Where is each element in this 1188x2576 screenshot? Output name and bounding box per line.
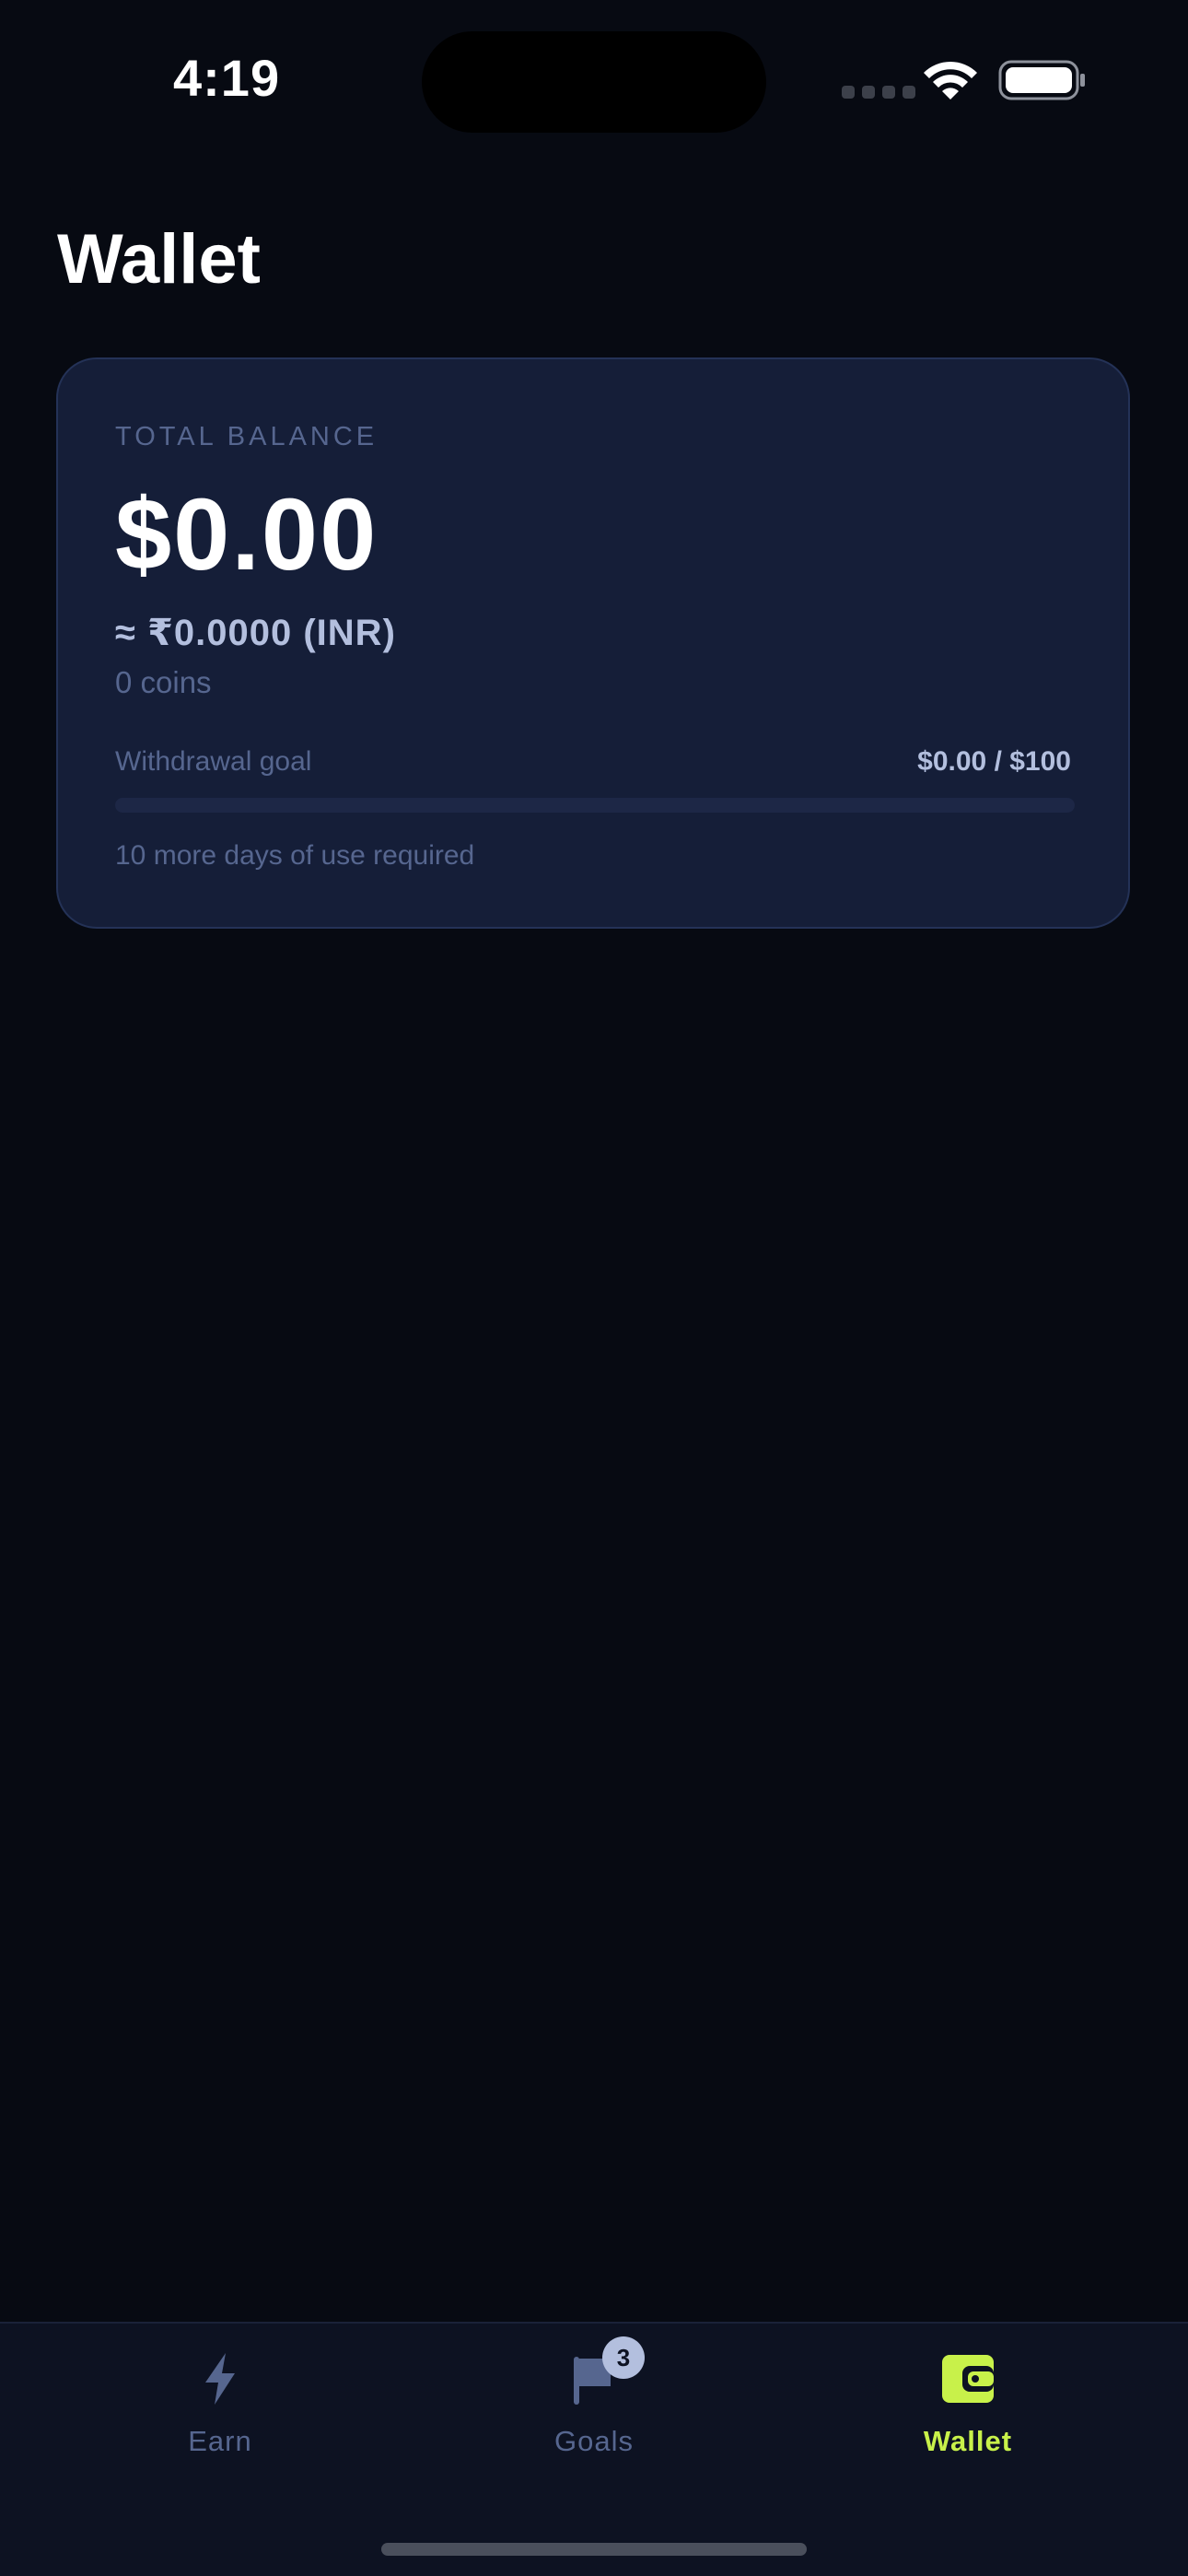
withdrawal-goal-value: $0.00 / $100 — [917, 746, 1071, 777]
tab-bar: Earn 3 Goals Wallet — [0, 2322, 1188, 2576]
wifi-icon — [924, 61, 977, 100]
coins-count: 0 coins — [115, 665, 212, 699]
balance-inr-amount: ≈ ₹0.0000 (INR) — [115, 613, 396, 653]
status-time: 4:19 — [173, 49, 281, 107]
wallet-icon — [942, 2355, 994, 2403]
withdrawal-goal-label: Withdrawal goal — [115, 746, 312, 777]
dynamic-island — [422, 31, 766, 133]
withdrawal-goal-progress-bar — [115, 798, 1075, 813]
tab-goals[interactable]: 3 Goals — [396, 2324, 792, 2489]
page-title: Wallet — [57, 220, 261, 299]
tab-wallet[interactable]: Wallet — [770, 2324, 1166, 2489]
battery-icon — [998, 60, 1085, 100]
total-balance-label: TOTAL BALANCE — [115, 422, 379, 451]
goals-badge: 3 — [602, 2336, 645, 2379]
withdrawal-goal-note: 10 more days of use required — [115, 840, 475, 871]
lightning-icon — [205, 2353, 235, 2405]
cellular-signal-icon — [842, 86, 915, 99]
tab-wallet-label: Wallet — [923, 2425, 1013, 2457]
tab-earn[interactable]: Earn — [22, 2324, 418, 2489]
balance-usd-amount: $0.00 — [115, 478, 379, 591]
tab-goals-label: Goals — [554, 2425, 634, 2457]
tab-earn-label: Earn — [188, 2425, 252, 2457]
balance-card: TOTAL BALANCE $0.00 ≈ ₹0.0000 (INR) 0 co… — [56, 357, 1130, 929]
home-indicator — [381, 2543, 807, 2556]
